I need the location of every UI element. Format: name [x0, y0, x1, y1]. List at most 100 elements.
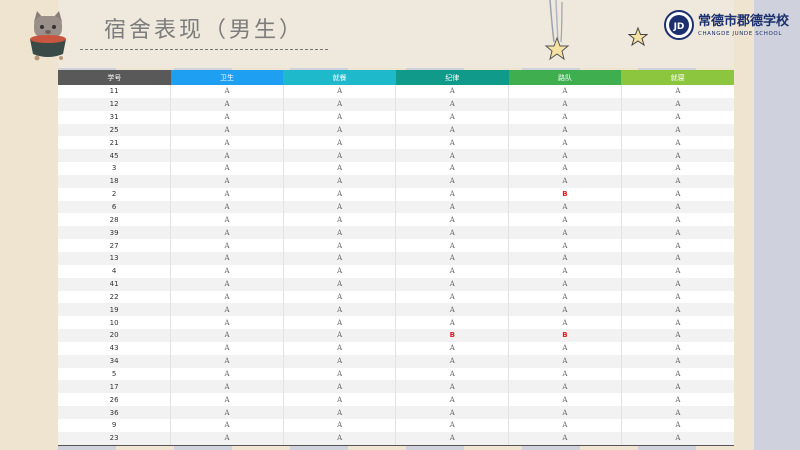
- grade-cell: A: [282, 380, 396, 394]
- grade-cell: A: [282, 162, 396, 175]
- table-row: 19 A A A A A: [58, 303, 734, 317]
- student-id-cell: 28: [109, 215, 119, 224]
- student-id-cell: 26: [109, 395, 119, 404]
- grade-cell: A: [170, 187, 284, 201]
- grade-cell: A: [508, 380, 622, 394]
- column-header: 卫生: [170, 70, 284, 85]
- student-id-cell: 10: [109, 318, 119, 327]
- table-row: 27 A A A A A: [58, 239, 734, 252]
- grade-cell: A: [170, 251, 284, 265]
- grade-cell: A: [508, 110, 622, 124]
- grade-cell: A: [170, 136, 284, 150]
- grade-cell: A: [282, 406, 396, 419]
- grade-cell: A: [395, 110, 509, 124]
- grade-cell: A: [395, 393, 509, 407]
- grade-cell: A: [282, 367, 396, 381]
- grade-cell: A: [282, 303, 396, 317]
- table-row: 28 A A A A A: [58, 213, 734, 227]
- grade-cell: A: [508, 251, 622, 265]
- grade-cell: A: [170, 380, 284, 394]
- grade-cell: A: [395, 341, 509, 355]
- student-id-cell: 20: [58, 329, 171, 342]
- grade-cell: A: [170, 149, 284, 163]
- grade-cell: A: [170, 329, 284, 342]
- grade-cell: A: [282, 277, 396, 291]
- dorm-performance-table: 学号 卫生 就餐 纪律 路队 就寝 11 A A A A A 12 A A A A A 31 A A A A A 25 A A A A…: [58, 70, 734, 446]
- table-row: 45 A A A A A: [58, 149, 734, 163]
- table-row: 10 A A A A A: [58, 316, 734, 330]
- table-row: 12 A A A A A: [58, 97, 734, 111]
- student-id-cell: 27: [109, 241, 119, 250]
- table-row: 3AAAAA: [58, 162, 734, 175]
- grade-cell: A: [282, 97, 396, 111]
- grade-cell: A: [170, 162, 284, 175]
- student-id-cell: 9: [111, 421, 117, 430]
- grade-cell: A: [508, 354, 622, 368]
- grade-cell: A: [620, 110, 734, 124]
- grade-cell: A: [395, 162, 509, 175]
- column-header: 纪律: [395, 70, 509, 85]
- grade-cell: A: [620, 239, 734, 252]
- grade-cell: A: [282, 264, 396, 278]
- grade-cell: A: [395, 316, 509, 330]
- table-row: 26 A A A A A: [58, 393, 734, 407]
- grade-cell: A: [508, 123, 622, 137]
- table-row: 4AAAAA: [58, 264, 734, 278]
- grade-cell: A: [508, 226, 622, 240]
- table-row: 23 A A A A A: [58, 431, 734, 445]
- grade-cell: A: [620, 149, 734, 163]
- student-id-cell: 39: [58, 226, 171, 240]
- grade-cell: A: [282, 341, 396, 355]
- grade-cell: A: [508, 290, 622, 304]
- student-id-cell: 5: [111, 369, 117, 378]
- student-id-cell: 41: [58, 277, 171, 291]
- grade-cell: A: [508, 174, 622, 188]
- student-id-cell: 43: [109, 344, 119, 353]
- grade-cell: A: [170, 316, 284, 330]
- grade-cell: A: [170, 393, 284, 407]
- grade-cell: A: [620, 162, 734, 175]
- grade-cell: A: [395, 277, 509, 291]
- grade-cell: A: [508, 162, 622, 175]
- grade-cell: A: [170, 341, 284, 355]
- grade-cell: A: [170, 367, 284, 381]
- grade-cell: A: [508, 406, 622, 419]
- table-row: 13 A A A A A: [58, 251, 734, 265]
- grade-cell: A: [282, 213, 396, 227]
- table-row: 11 A A A A A: [58, 85, 734, 98]
- school-logo: JD 常德市郡德学校 CHANGDE JUNDE SCHOOL: [664, 10, 794, 46]
- table-row: 34 A A A A A: [58, 354, 734, 368]
- grade-cell: A: [170, 200, 284, 214]
- grade-cell: A: [170, 277, 284, 291]
- grade-cell: A: [170, 110, 284, 124]
- student-id-cell: 36: [58, 406, 171, 419]
- grade-cell: A: [508, 213, 622, 227]
- grade-cell: A: [508, 431, 622, 445]
- school-name-en: CHANGDE JUNDE SCHOOL: [698, 31, 782, 37]
- grade-cell: A: [620, 187, 734, 201]
- school-emblem-icon: JD: [664, 10, 694, 40]
- table-row: 21 A A A A A: [58, 136, 734, 150]
- grade-cell: A: [282, 123, 396, 137]
- grade-cell: A: [282, 149, 396, 163]
- table-row: 36 A A A A A: [58, 406, 734, 419]
- page-title: 宿舍表现（男生）: [104, 18, 305, 43]
- grade-cell: A: [620, 226, 734, 240]
- student-id-cell: 4: [111, 267, 117, 276]
- grade-cell: A: [620, 380, 734, 394]
- grade-cell: A: [395, 367, 509, 381]
- table-row: 25 A A A A A: [58, 123, 734, 137]
- student-id-cell: 17: [58, 380, 171, 394]
- grade-cell: A: [170, 354, 284, 368]
- grade-cell: A: [395, 380, 509, 394]
- grade-cell: A: [170, 264, 284, 278]
- shooting-star-icon: [544, 0, 570, 61]
- student-id-cell: 12: [58, 97, 171, 111]
- grade-cell: A: [620, 418, 734, 432]
- grade-cell: B: [508, 329, 622, 342]
- grade-cell: A: [282, 354, 396, 368]
- table-row: 17 A A A A A: [58, 380, 734, 394]
- grade-cell: A: [620, 200, 734, 214]
- student-id-cell: 11: [109, 87, 119, 96]
- school-name-cn: 常德市郡德学校: [698, 14, 790, 29]
